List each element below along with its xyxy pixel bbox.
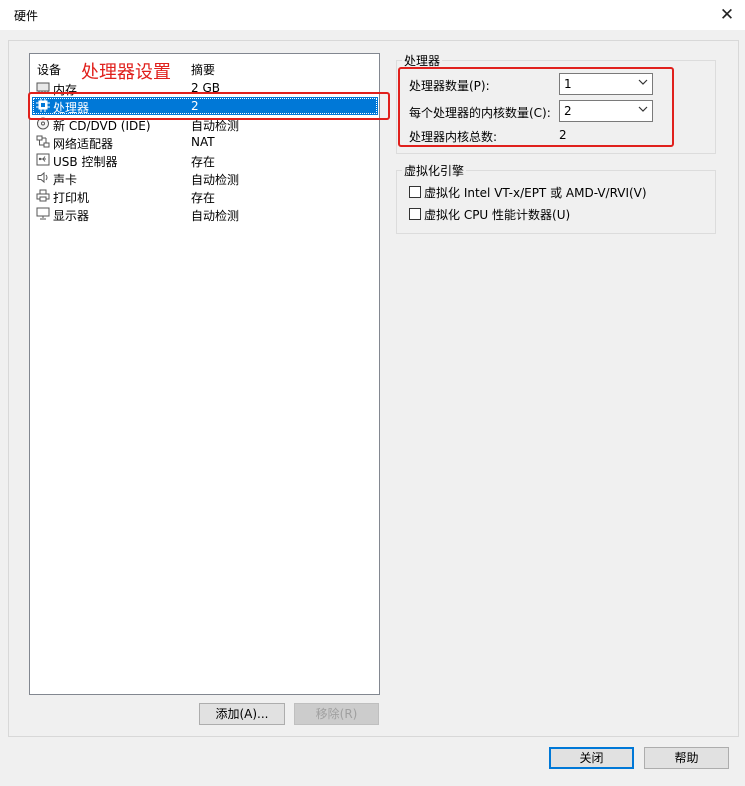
device-name: 显示器	[53, 209, 90, 223]
usb-icon	[36, 153, 50, 166]
annotation-highlight-processor-settings	[398, 67, 674, 147]
window-title: 硬件	[14, 9, 39, 23]
annotation-highlight-processor-row	[28, 92, 390, 120]
device-name: 网络适配器	[53, 137, 114, 151]
monitor-icon	[36, 207, 50, 220]
device-summary: 自动检测	[191, 173, 240, 187]
device-row-sound[interactable]: 声卡 自动检测	[32, 169, 378, 187]
column-header-device[interactable]: 设备	[37, 61, 61, 78]
device-name: 声卡	[53, 173, 78, 187]
device-row-printer[interactable]: 打印机 存在	[32, 187, 378, 205]
device-summary: 存在	[191, 191, 216, 205]
device-row-network[interactable]: 网络适配器 NAT	[32, 133, 378, 151]
annotation-processor-settings: 处理器设置	[81, 62, 171, 83]
device-name: 打印机	[53, 191, 90, 205]
virtualization-group	[396, 170, 716, 234]
speaker-icon	[36, 171, 50, 184]
cpu-perf-counter-checkbox[interactable]	[409, 208, 421, 220]
device-summary: 存在	[191, 155, 216, 169]
network-icon	[36, 135, 50, 148]
printer-icon	[36, 189, 50, 202]
device-summary: 自动检测	[191, 209, 240, 223]
remove-device-button[interactable]: 移除(R)	[294, 703, 379, 725]
device-row-display[interactable]: 显示器 自动检测	[32, 205, 378, 223]
device-name: USB 控制器	[53, 155, 118, 169]
device-summary: NAT	[191, 135, 215, 149]
add-device-button[interactable]: 添加(A)...	[199, 703, 285, 725]
close-icon[interactable]: ✕	[715, 3, 739, 27]
column-header-summary[interactable]: 摘要	[191, 61, 215, 78]
vtx-checkbox[interactable]	[409, 186, 421, 198]
cpu-perf-counter-label[interactable]: 虚拟化 CPU 性能计数器(U)	[424, 206, 570, 223]
vtx-label[interactable]: 虚拟化 Intel VT-x/EPT 或 AMD-V/RVI(V)	[424, 184, 647, 201]
title-bar: 硬件 ✕	[0, 0, 745, 30]
help-button[interactable]: 帮助	[644, 747, 729, 769]
close-button[interactable]: 关闭	[549, 747, 634, 769]
device-row-usb[interactable]: USB 控制器 存在	[32, 151, 378, 169]
device-list[interactable]: 设备 摘要 内存 2 GB 处理器 2 新 CD/DVD (IDE) 自动检测 …	[29, 53, 380, 695]
virtualization-group-title: 虚拟化引擎	[402, 162, 467, 179]
